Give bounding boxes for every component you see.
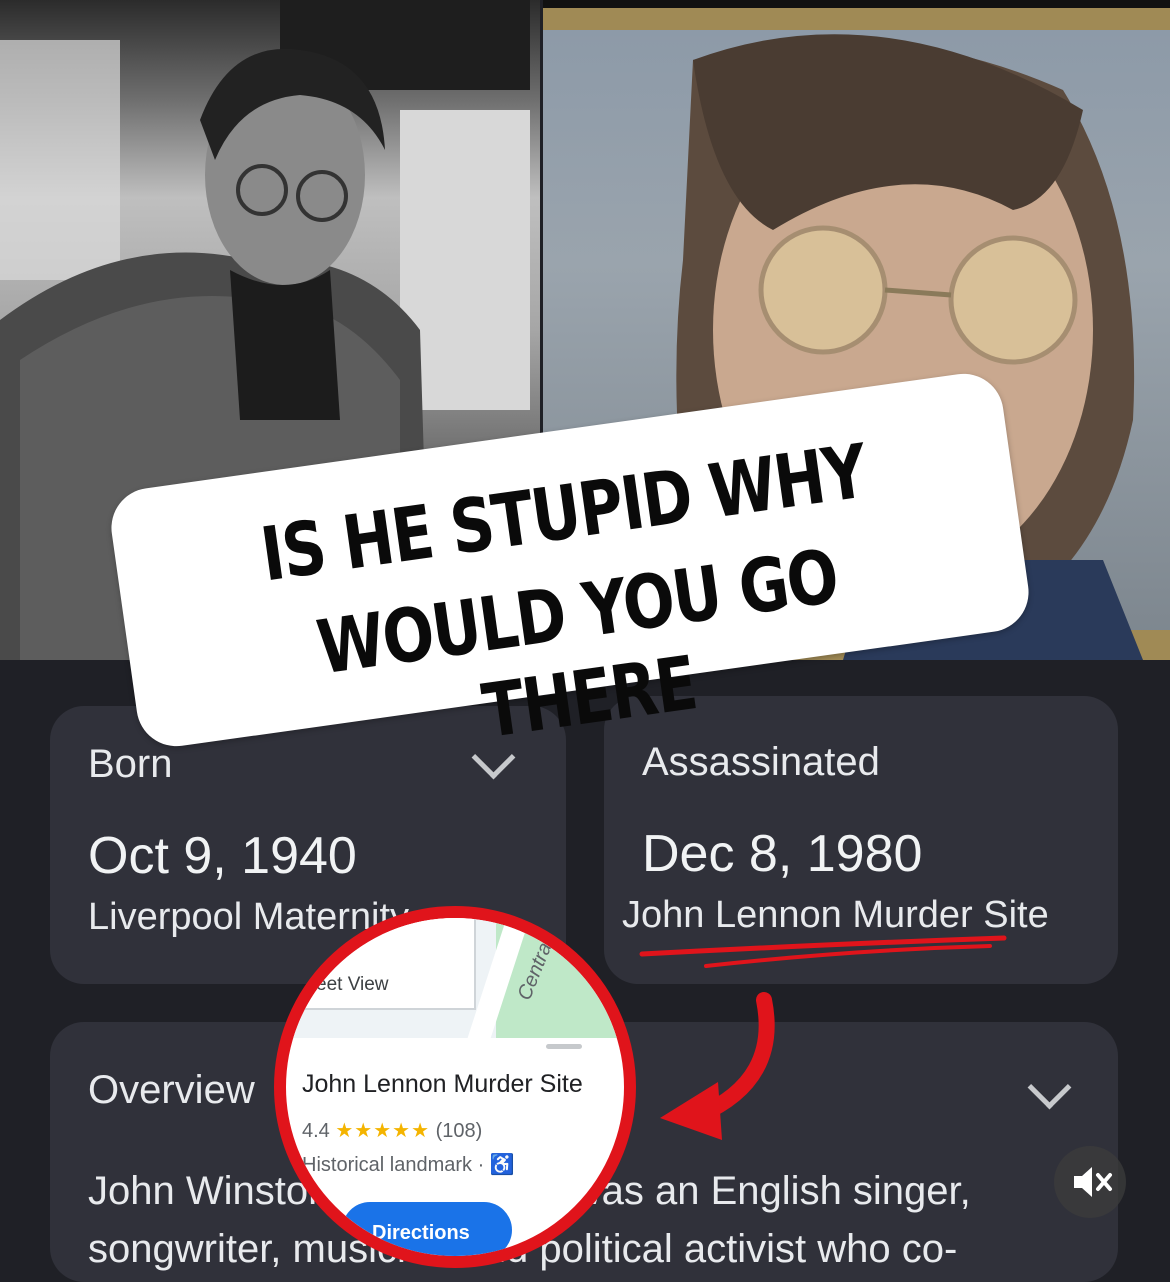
born-label: Born <box>88 742 173 786</box>
street-view-thumbnail[interactable]: eet View <box>286 918 476 1010</box>
place-title: John Lennon Murder Site <box>302 1070 583 1098</box>
assassinated-label: Assassinated <box>642 740 880 784</box>
directions-button[interactable]: Directions <box>342 1202 512 1256</box>
sheet-drag-handle[interactable] <box>546 1044 582 1049</box>
born-date: Oct 9, 1940 <box>88 827 357 885</box>
assassinated-date: Dec 8, 1980 <box>642 825 923 883</box>
speaker-muted-icon <box>1074 1167 1112 1197</box>
mute-button[interactable] <box>1054 1146 1126 1218</box>
place-rating: 4.4 ★★★★★ (108) <box>302 1118 482 1143</box>
street-view-label: eet View <box>316 974 389 995</box>
assassinated-place[interactable]: John Lennon Murder Site <box>622 894 1049 937</box>
map-preview[interactable]: eet View Central <box>286 918 624 1068</box>
category-text: Historical landmark · <box>302 1154 485 1176</box>
overview-label: Overview <box>88 1068 255 1112</box>
review-count[interactable]: (108) <box>436 1120 483 1142</box>
wheelchair-icon: ♿ <box>489 1154 515 1176</box>
highlight-circle: eet View Central John Lennon Murder Site… <box>274 906 636 1268</box>
directions-label: Directions <box>372 1222 470 1244</box>
assassinated-card[interactable]: Assassinated Dec 8, 1980 John Lennon Mur… <box>604 696 1118 984</box>
place-category: Historical landmark · ♿ <box>302 1152 515 1177</box>
rating-value: 4.4 <box>302 1120 330 1142</box>
chevron-down-icon[interactable] <box>1027 1065 1072 1110</box>
star-rating-icon: ★★★★★ <box>335 1120 431 1142</box>
